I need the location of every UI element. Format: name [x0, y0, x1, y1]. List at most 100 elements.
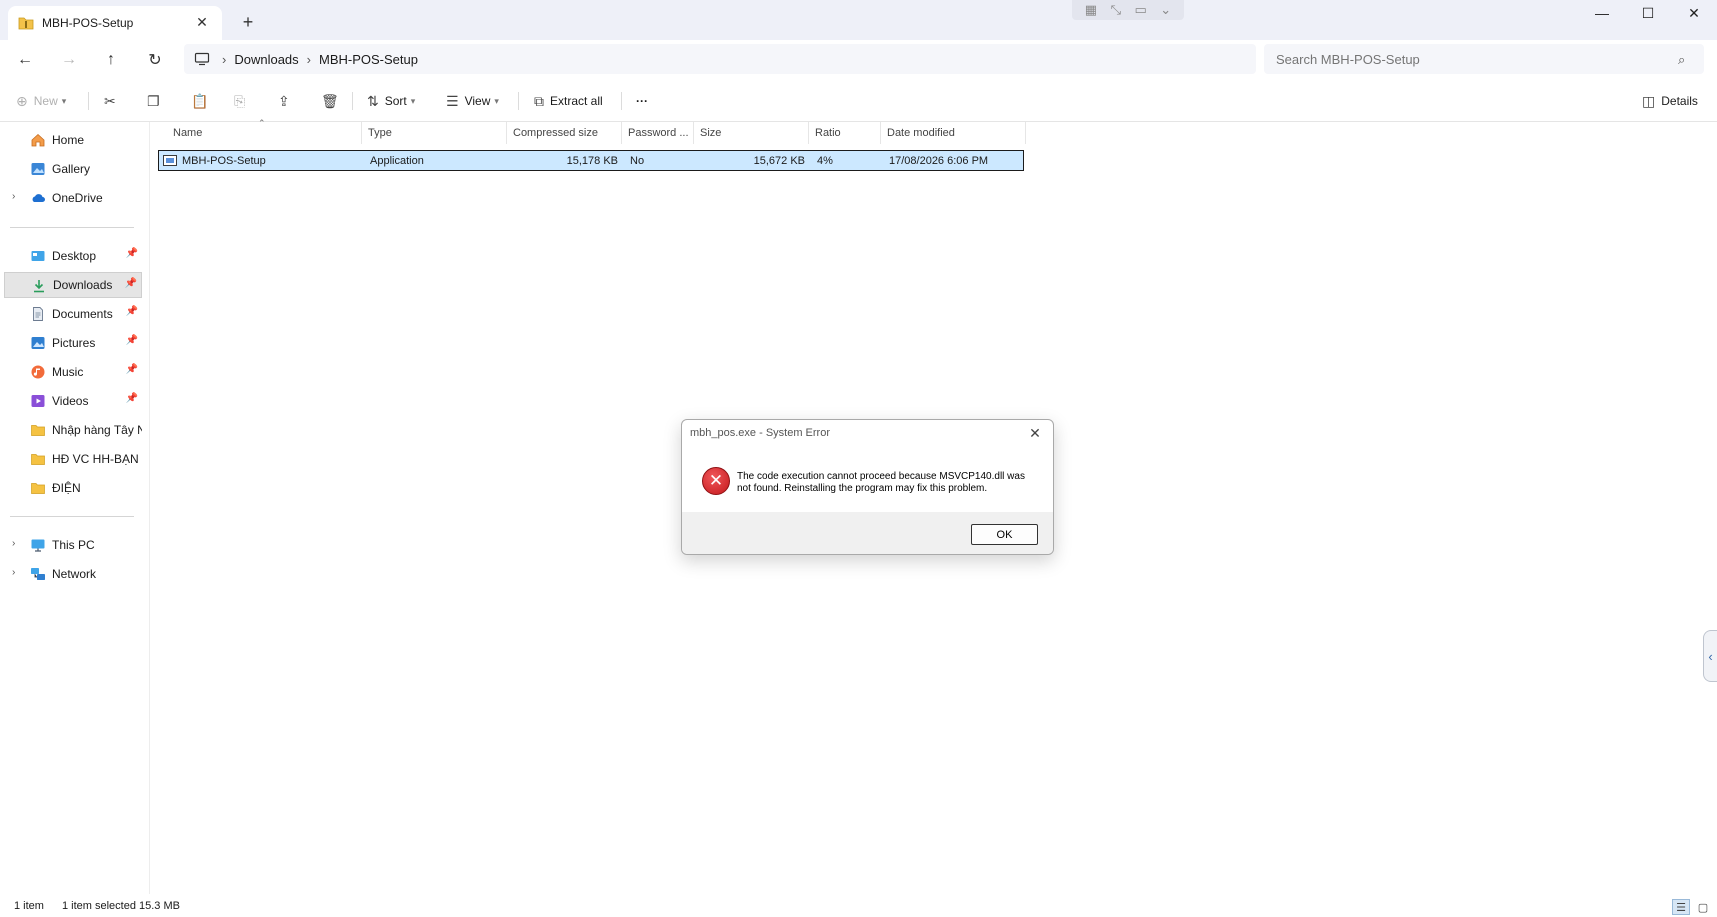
folder-zip-icon — [18, 17, 34, 30]
pin-icon[interactable]: 📌 — [125, 278, 137, 289]
gallery-icon — [31, 163, 45, 175]
sidebar-item-videos[interactable]: Videos 📌 — [4, 388, 142, 414]
sidebar-item-label: Downloads — [53, 278, 113, 292]
close-window-button[interactable]: ✕ — [1671, 0, 1717, 26]
arrow-right-icon: → — [61, 51, 77, 68]
side-panel-handle[interactable]: ‹ — [1703, 630, 1717, 682]
breadcrumb[interactable]: › Downloads › MBH-POS-Setup — [184, 44, 1256, 74]
ok-button[interactable]: OK — [971, 524, 1038, 545]
chevron-right-icon[interactable]: › — [12, 191, 15, 202]
sidebar-item-desktop[interactable]: Desktop 📌 — [4, 243, 142, 269]
tab-title: MBH-POS-Setup — [42, 16, 134, 30]
monitor-icon[interactable]: ▭ — [1134, 2, 1146, 18]
rename-icon: ⎘ — [234, 92, 246, 109]
pin-icon[interactable]: 📌 — [126, 306, 138, 317]
chevron-right-icon[interactable]: › — [12, 538, 15, 549]
column-header-size[interactable]: Size — [694, 122, 809, 144]
sidebar-item-label: Gallery — [52, 162, 91, 176]
chevron-down-icon: ▾ — [61, 95, 67, 106]
file-name-cell: MBH-POS-Setup — [159, 151, 364, 170]
title-bar: MBH-POS-Setup ✕ + ▦ ⤡ ▭ ⌄ — ☐ ✕ — [0, 0, 1717, 40]
details-pane-icon: ◫ — [1642, 92, 1656, 109]
column-header-name[interactable]: Name — [160, 122, 362, 144]
dialog-close-icon[interactable]: ✕ — [1023, 422, 1047, 444]
extract-icon: ⧉ — [534, 92, 544, 109]
picture-icon — [31, 337, 45, 349]
back-button[interactable]: ← — [11, 46, 39, 74]
sidebar-item-label: Home — [52, 133, 85, 147]
sidebar-item-music[interactable]: Music 📌 — [4, 359, 142, 385]
resize-icon[interactable]: ⤡ — [1111, 2, 1121, 18]
sidebar-item-folder-nhap-hang[interactable]: Nhập hàng Tây Nam — [4, 417, 142, 443]
status-item-count: 1 item — [14, 899, 44, 912]
search-icon[interactable]: ⌕ — [1678, 52, 1694, 68]
column-header-ratio[interactable]: Ratio — [809, 122, 881, 144]
sidebar-item-onedrive[interactable]: › OneDrive — [4, 185, 142, 211]
grid-icon[interactable]: ▦ — [1085, 2, 1097, 18]
pin-icon[interactable]: 📌 — [126, 335, 138, 346]
delete-button[interactable]: 🗑 — [321, 88, 345, 114]
sidebar-item-home[interactable]: Home — [4, 127, 142, 153]
share-button[interactable]: ⇪ — [278, 88, 296, 114]
column-header-password[interactable]: Password ... — [622, 122, 694, 144]
more-options-button[interactable]: ··· — [636, 88, 648, 114]
minimize-button[interactable]: — — [1579, 0, 1625, 26]
sidebar-item-documents[interactable]: Documents 📌 — [4, 301, 142, 327]
chevron-right-icon[interactable]: › — [12, 567, 15, 578]
pin-icon[interactable]: 📌 — [126, 393, 138, 404]
search-input[interactable] — [1264, 44, 1704, 74]
column-header-type[interactable]: Type — [362, 122, 507, 144]
chevron-down-icon: ▾ — [494, 95, 499, 106]
pin-icon[interactable]: 📌 — [126, 248, 138, 259]
extract-all-button[interactable]: ⧉ Extract all — [534, 88, 603, 114]
details-button[interactable]: ◫ Details — [1642, 88, 1698, 114]
column-header-date-modified[interactable]: Date modified — [881, 122, 1026, 144]
sidebar-item-network[interactable]: › Network — [4, 561, 142, 587]
paste-button[interactable]: 📋 — [191, 88, 214, 114]
breadcrumb-downloads[interactable]: Downloads — [234, 52, 298, 67]
pane-divider[interactable] — [149, 122, 150, 894]
column-header-compressed-size[interactable]: Compressed size — [507, 122, 622, 144]
dialog-message: The code execution cannot proceed becaus… — [737, 471, 1025, 494]
sidebar-item-gallery[interactable]: Gallery — [4, 156, 142, 182]
pin-icon[interactable]: 📌 — [126, 364, 138, 375]
folder-icon — [31, 425, 45, 436]
sidebar-item-pictures[interactable]: Pictures 📌 — [4, 330, 142, 356]
details-view-toggle[interactable]: ☰ — [1672, 899, 1690, 915]
sidebar-item-downloads[interactable]: Downloads 📌 — [4, 272, 142, 298]
error-icon: ✕ — [702, 467, 730, 495]
rename-button[interactable]: ⎘ — [234, 88, 251, 114]
table-row[interactable]: MBH-POS-Setup Application 15,178 KB No 1… — [158, 150, 1024, 171]
forward-button[interactable]: → — [55, 46, 83, 74]
divider — [88, 92, 89, 110]
chevron-down-icon[interactable]: ⌄ — [1160, 2, 1171, 18]
sidebar-item-this-pc[interactable]: › This PC — [4, 532, 142, 558]
maximize-button[interactable]: ☐ — [1625, 0, 1671, 26]
chevron-left-icon: ‹ — [1708, 648, 1713, 664]
new-tab-button[interactable]: + — [236, 10, 260, 34]
tab-close-icon[interactable]: ✕ — [192, 12, 212, 32]
application-icon — [163, 155, 177, 166]
tab-mbh-pos-setup[interactable]: MBH-POS-Setup ✕ — [8, 6, 222, 40]
tiles-view-toggle[interactable]: ▢ — [1694, 899, 1712, 915]
dialog-body: ✕ The code execution cannot proceed beca… — [682, 448, 1053, 512]
sidebar-item-folder-dien[interactable]: ĐIỆN — [4, 475, 142, 501]
file-date-modified: 17/08/2026 6:06 PM — [889, 154, 989, 167]
refresh-button[interactable]: ↻ — [141, 46, 169, 74]
dialog-footer: OK — [682, 512, 1053, 554]
divider — [518, 92, 519, 110]
up-button[interactable]: ↑ — [97, 46, 125, 74]
file-compressed-size: 15,178 KB — [566, 154, 618, 167]
new-button[interactable]: ⊕ New ▾ — [16, 88, 66, 114]
arrow-up-icon: ↑ — [107, 51, 115, 68]
view-button[interactable]: ☰ View ▾ — [446, 88, 499, 114]
monitor-icon — [194, 52, 210, 66]
breadcrumb-mbh-pos-setup[interactable]: MBH-POS-Setup — [319, 52, 418, 67]
sort-button[interactable]: ⇅ Sort ▾ — [367, 88, 415, 114]
status-bar: 1 item 1 item selected 15.3 MB ☰ ▢ — [0, 894, 1717, 917]
cut-button[interactable]: ✂ — [104, 88, 122, 114]
chevron-down-icon: ▾ — [410, 95, 416, 106]
copy-button[interactable]: ❐ — [147, 88, 166, 114]
chevron-right-icon: › — [222, 51, 227, 67]
sidebar-item-folder-hd-vc[interactable]: HĐ VC HH-BẠN CH — [4, 446, 142, 472]
